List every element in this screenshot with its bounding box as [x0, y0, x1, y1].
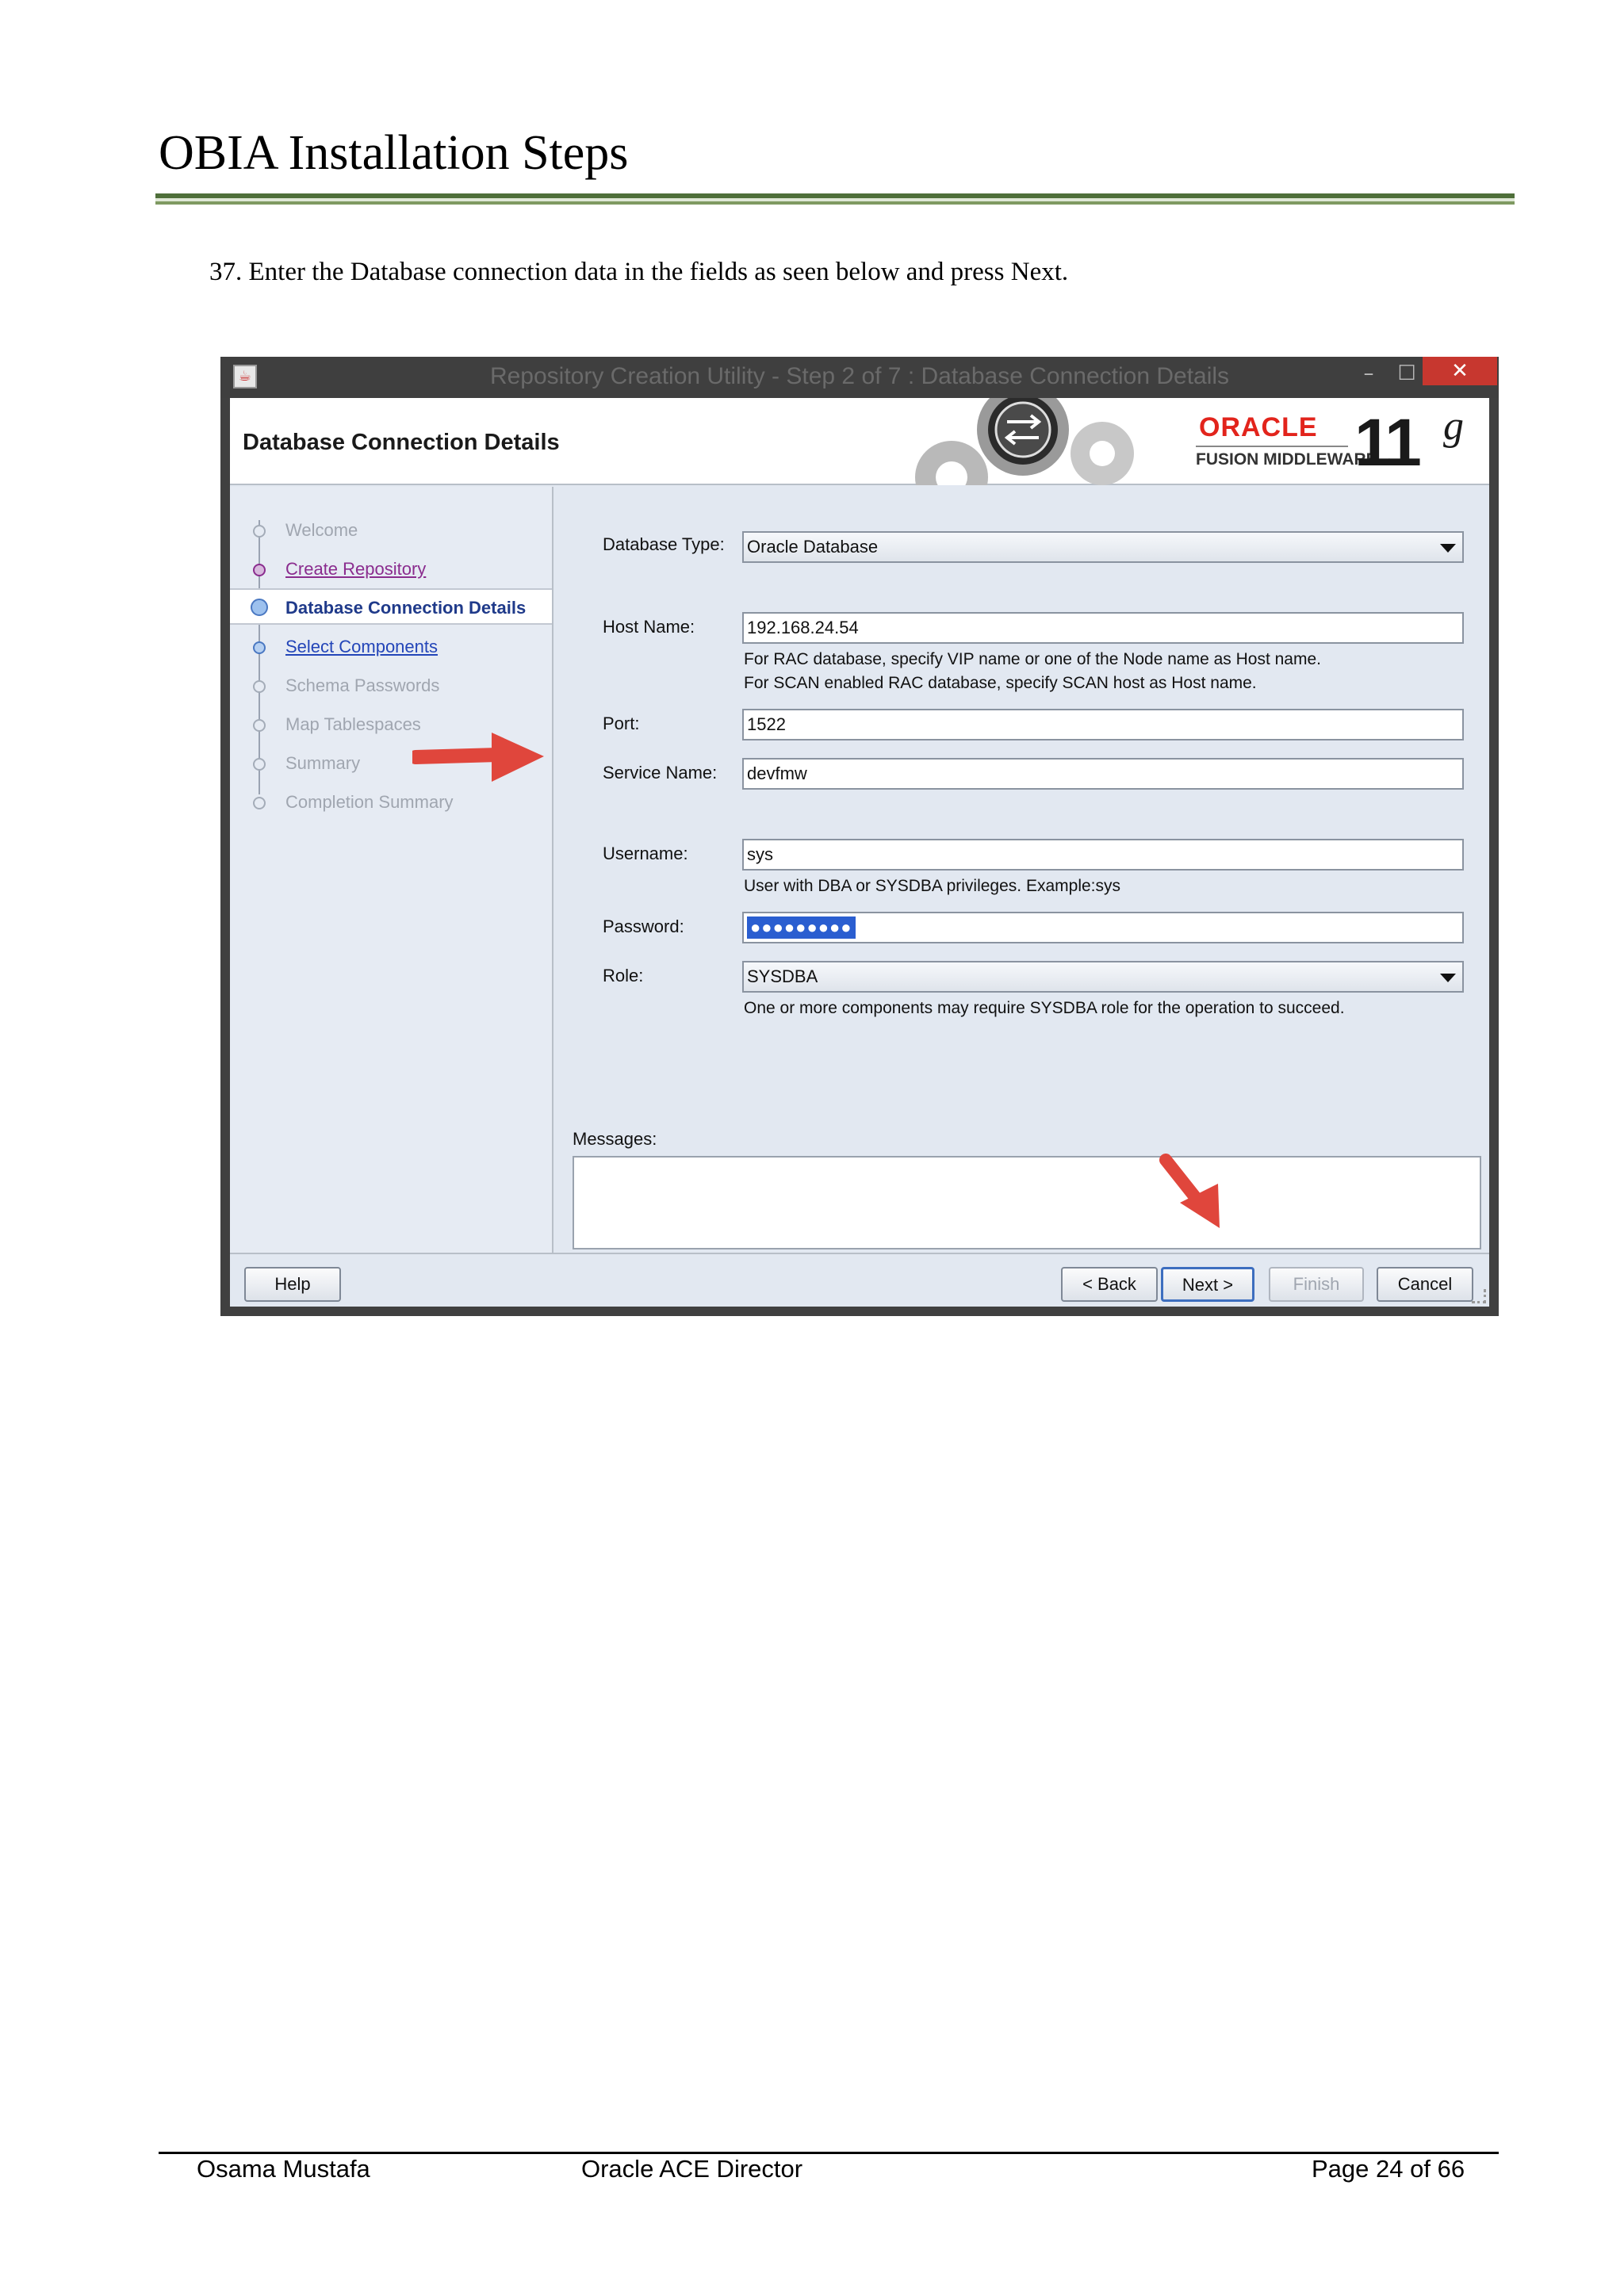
nav-step-label: Welcome [285, 520, 358, 540]
nav-step-database-connection-details[interactable]: Database Connection Details [230, 588, 552, 625]
host-name-input[interactable]: 192.168.24.54 [742, 612, 1464, 644]
version-letter: g [1443, 404, 1464, 449]
service-name-input[interactable]: devfmw [742, 758, 1464, 790]
footer-page-number: Page 24 of 66 [1312, 2155, 1465, 2183]
step-dot-icon [253, 525, 266, 538]
host-name-hint-scan: For SCAN enabled RAC database, specify S… [744, 674, 1257, 692]
username-input[interactable]: sys [742, 839, 1464, 871]
maximize-icon[interactable]: ☐ [1391, 362, 1423, 390]
port-input[interactable]: 1522 [742, 709, 1464, 740]
role-label: Role: [603, 966, 644, 985]
role-select[interactable]: SYSDBA [742, 961, 1464, 993]
finish-button: Finish [1269, 1267, 1364, 1302]
minimize-icon[interactable]: – [1353, 362, 1385, 390]
database-type-select[interactable]: Oracle Database [742, 531, 1464, 563]
username-hint: User with DBA or SYSDBA privileges. Exam… [744, 877, 1121, 895]
cancel-button[interactable]: Cancel [1377, 1267, 1473, 1302]
document-title: OBIA Installation Steps [159, 126, 629, 180]
footer-role: Oracle ACE Director [581, 2155, 803, 2183]
service-name-label: Service Name: [603, 763, 718, 783]
nav-step-label: Create Repository [285, 559, 427, 579]
password-masked-value: ●●●●●●●●● [747, 916, 856, 939]
next-button[interactable]: Next > [1161, 1267, 1254, 1302]
nav-step-welcome: Welcome [230, 512, 552, 549]
nav-step-label: Select Components [285, 637, 438, 656]
step-current-icon [251, 599, 268, 616]
host-name-label: Host Name: [603, 617, 695, 637]
footer-author: Osama Mustafa [197, 2155, 370, 2183]
version-number: 11 [1354, 405, 1422, 480]
port-label: Port: [603, 714, 640, 733]
role-hint: One or more components may require SYSDB… [744, 999, 1345, 1017]
step-dot-icon [253, 680, 266, 693]
annotation-arrow-right-icon [412, 733, 544, 782]
username-label: Username: [603, 844, 688, 863]
database-type-label: Database Type: [603, 534, 725, 554]
nav-step-schema-passwords: Schema Passwords [230, 668, 552, 704]
help-button[interactable]: Help [244, 1267, 341, 1302]
wizard-footer: Help < Back Next > Finish Cancel [230, 1253, 1489, 1307]
window-titlebar: ☕ Repository Creation Utility - Step 2 o… [220, 357, 1499, 398]
nav-step-select-components[interactable]: Select Components [230, 629, 552, 665]
step-dot-icon [253, 797, 266, 809]
nav-step-create-repository[interactable]: Create Repository [230, 551, 552, 587]
host-name-hint-rac: For RAC database, specify VIP name or on… [744, 650, 1321, 668]
role-value: SYSDBA [747, 966, 818, 986]
messages-label: Messages: [573, 1129, 657, 1149]
gears-graphic-icon [915, 398, 1134, 485]
nav-step-label: Map Tablespaces [285, 714, 421, 734]
database-type-value: Oracle Database [747, 537, 879, 557]
step-dot-icon [253, 564, 266, 576]
fusion-middleware-label: FUSION MIDDLEWARE [1196, 450, 1377, 469]
step-dot-icon [253, 758, 266, 771]
close-button[interactable]: ✕ [1423, 357, 1497, 385]
messages-area[interactable] [573, 1156, 1481, 1249]
window-title: Repository Creation Utility - Step 2 of … [489, 363, 1230, 389]
annotation-arrow-down-icon [1159, 1154, 1220, 1228]
nav-step-label: Completion Summary [285, 792, 454, 812]
nav-step-label: Schema Passwords [285, 675, 440, 695]
wizard-steps-nav: Welcome Create Repository Database Conne… [230, 487, 553, 1253]
nav-step-completion-summary: Completion Summary [230, 784, 552, 821]
resize-grip-icon[interactable] [1472, 1289, 1486, 1303]
title-rule [155, 193, 1515, 205]
connection-form: Database Type: Oracle Database Host Name… [555, 487, 1489, 1253]
oracle-logo: ORACLE [1199, 412, 1318, 442]
logo-divider [1196, 446, 1348, 447]
nav-step-label: Summary [285, 753, 361, 773]
dropdown-arrow-icon [1440, 544, 1456, 553]
step-instruction: 37. Enter the Database connection data i… [209, 258, 1069, 286]
step-dot-icon [253, 641, 266, 654]
wizard-header: Database Connection Details ORACLE FUSIO… [230, 398, 1489, 485]
window-client-area: Database Connection Details ORACLE FUSIO… [230, 398, 1489, 1307]
password-input[interactable]: ●●●●●●●●● [742, 912, 1464, 943]
back-button[interactable]: < Back [1061, 1267, 1158, 1302]
wizard-page-title: Database Connection Details [243, 430, 560, 455]
dropdown-arrow-icon [1440, 974, 1456, 982]
step-dot-icon [253, 719, 266, 732]
footer-rule [159, 2152, 1499, 2154]
password-label: Password: [603, 916, 684, 936]
nav-step-label: Database Connection Details [285, 598, 527, 618]
installer-window-screenshot: ☕ Repository Creation Utility - Step 2 o… [220, 357, 1499, 1316]
